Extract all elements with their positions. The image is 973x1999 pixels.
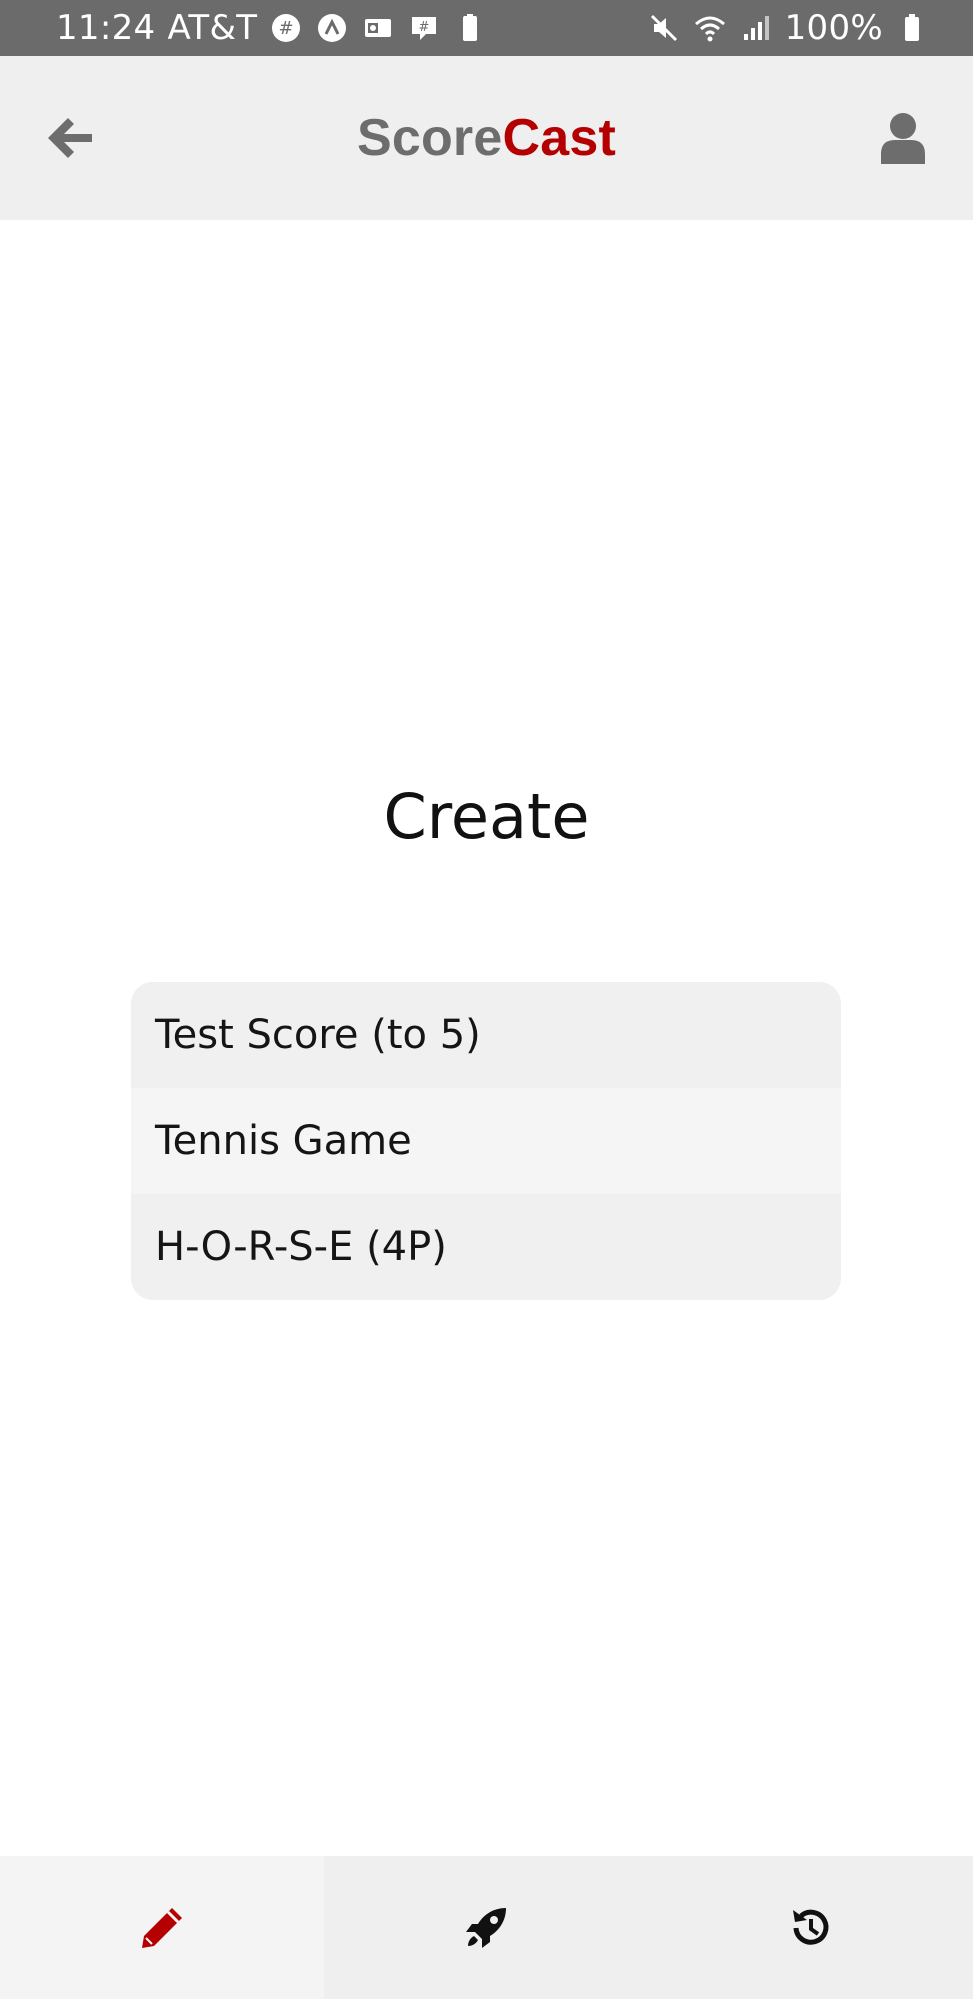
app-screen: 11:24 AT&T # # 100% ScoreCast Create Tes… [0, 0, 973, 1999]
game-item-horse[interactable]: H-O-R-S-E (4P) [131, 1194, 841, 1300]
game-item-tennis[interactable]: Tennis Game [131, 1088, 841, 1194]
history-icon [792, 1909, 829, 1945]
svg-text:#: # [279, 18, 294, 39]
pencil-icon [142, 1907, 183, 1948]
mute-icon [647, 11, 681, 45]
game-item-test-score[interactable]: Test Score (to 5) [131, 982, 841, 1088]
svg-text:#: # [419, 20, 430, 35]
game-list: Test Score (to 5) Tennis Game H-O-R-S-E … [131, 982, 841, 1300]
page-title: Create [383, 780, 590, 853]
wifi-icon [693, 11, 727, 45]
tab-history[interactable] [649, 1856, 973, 1999]
app-header: ScoreCast [0, 56, 973, 220]
back-button[interactable] [44, 112, 96, 164]
status-bar: 11:24 AT&T # # 100% [0, 0, 973, 56]
arrow-left-icon [48, 118, 92, 158]
status-carrier: AT&T [167, 8, 258, 48]
status-battery: 100% [784, 8, 883, 48]
rocket-icon [466, 1907, 507, 1948]
brand-name-part2: Cast [502, 109, 617, 167]
tab-launch[interactable] [324, 1856, 648, 1999]
status-time: 11:24 [56, 8, 156, 48]
chat-icon: # [407, 11, 441, 45]
tab-create[interactable] [0, 1856, 325, 1999]
signal-icon [739, 11, 773, 45]
battery-icon [895, 11, 929, 45]
user-icon [881, 113, 925, 164]
brand-name-part1: Score [356, 109, 503, 167]
outlook-icon [361, 11, 395, 45]
arc-icon [315, 11, 349, 45]
bottom-nav [0, 1856, 973, 1999]
user-button[interactable] [877, 110, 929, 166]
slack-icon: # [269, 11, 303, 45]
status-left: 11:24 AT&T # # [56, 8, 487, 48]
brand-logo: ScoreCast [357, 108, 616, 168]
battery-saver-icon [453, 11, 487, 45]
status-right: 100% [647, 8, 929, 48]
